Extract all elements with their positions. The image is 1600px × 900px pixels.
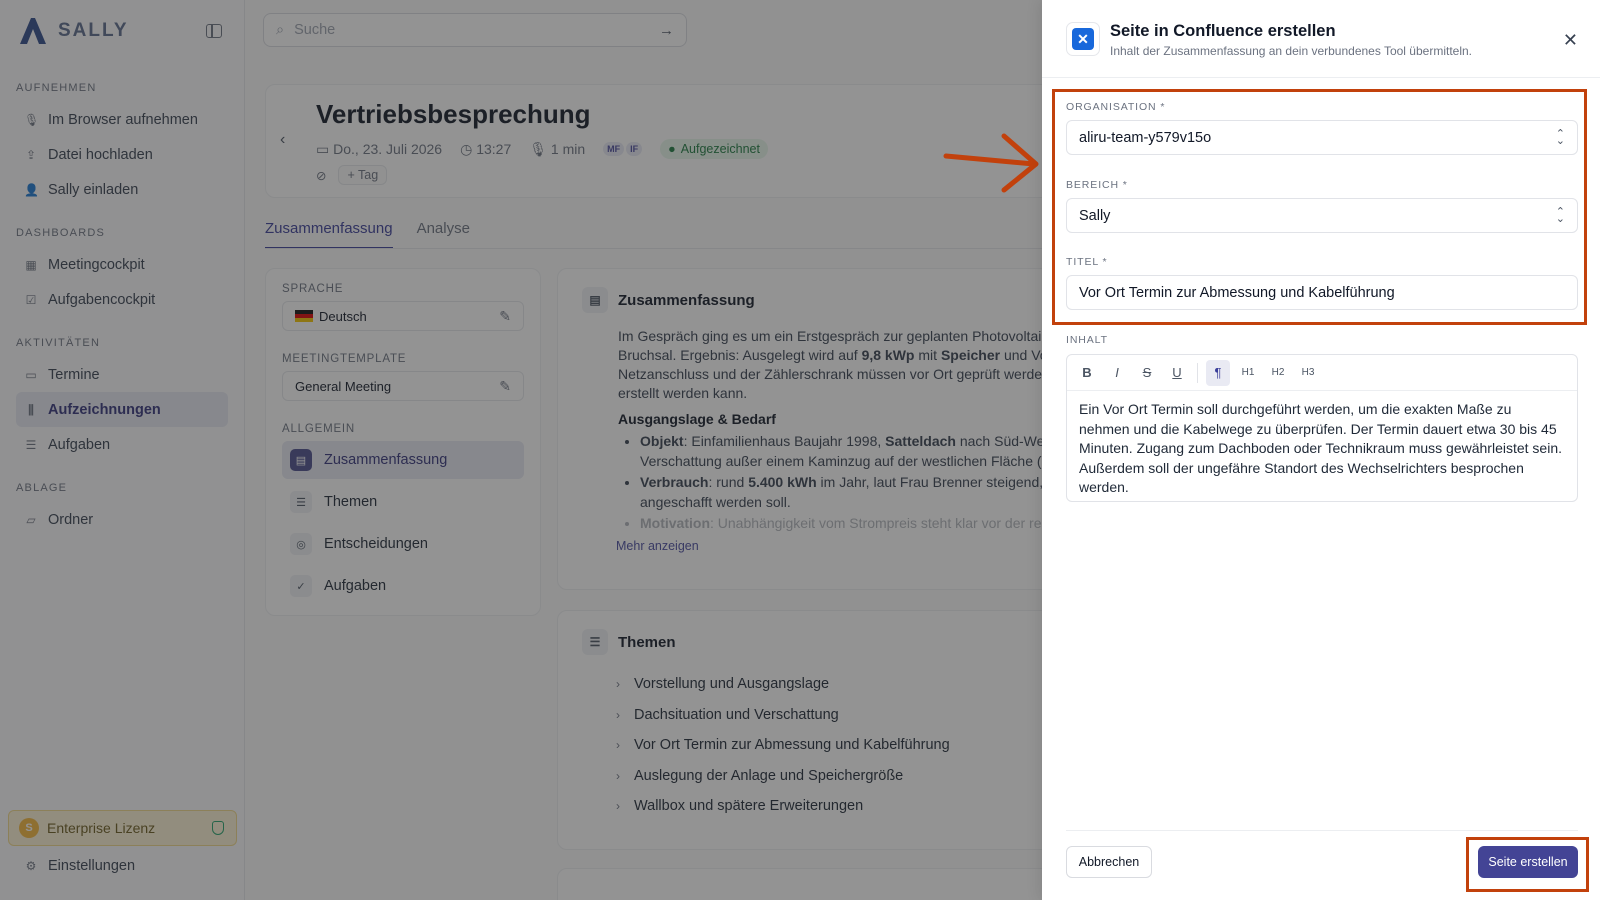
confluence-dialog: ✕ Seite in Confluence erstellen Inhalt d…: [1042, 0, 1600, 900]
titel-value: Vor Ort Termin zur Abmessung und Kabelfü…: [1079, 284, 1395, 301]
toolbar-divider: [1197, 362, 1198, 383]
cancel-button[interactable]: Abbrechen: [1066, 846, 1152, 878]
bereich-label: Bereich *: [1066, 179, 1128, 191]
strikethrough-button[interactable]: S: [1135, 360, 1159, 386]
titel-label: Titel *: [1066, 256, 1108, 268]
editor-toolbar: B I S U ¶ H1 H2 H3: [1067, 355, 1577, 391]
bold-button[interactable]: B: [1075, 360, 1099, 386]
footer-divider: [1066, 830, 1578, 831]
heading3-button[interactable]: H3: [1296, 360, 1320, 386]
close-icon[interactable]: ✕: [1563, 30, 1578, 51]
chevron-updown-icon: ⌃ ⌄: [1555, 205, 1565, 225]
organisation-label: Organisation *: [1066, 101, 1166, 113]
italic-button[interactable]: I: [1105, 360, 1129, 386]
organisation-select[interactable]: aliru-team-y579v15o ⌃ ⌄: [1066, 120, 1578, 155]
annotation-arrow: [943, 153, 1037, 167]
bereich-value: Sally: [1079, 207, 1111, 224]
chevron-updown-icon: ⌃ ⌄: [1555, 127, 1565, 147]
heading1-button[interactable]: H1: [1236, 360, 1260, 386]
content-editor[interactable]: B I S U ¶ H1 H2 H3 Ein Vor Ort Termin so…: [1066, 354, 1578, 502]
dialog-title: Seite in Confluence erstellen: [1110, 22, 1336, 40]
inhalt-label: Inhalt: [1066, 334, 1108, 346]
bereich-select[interactable]: Sally ⌃ ⌄: [1066, 198, 1578, 233]
underline-button[interactable]: U: [1165, 360, 1189, 386]
dialog-header: ✕ Seite in Confluence erstellen Inhalt d…: [1066, 22, 1472, 58]
dialog-subtitle: Inhalt der Zusammenfassung an dein verbu…: [1110, 44, 1472, 58]
heading2-button[interactable]: H2: [1266, 360, 1290, 386]
create-page-button[interactable]: Seite erstellen: [1478, 846, 1578, 878]
header-divider: [1042, 77, 1600, 78]
editor-content[interactable]: Ein Vor Ort Termin soll durchgeführt wer…: [1067, 391, 1577, 507]
paragraph-button[interactable]: ¶: [1206, 359, 1230, 386]
titel-input[interactable]: Vor Ort Termin zur Abmessung und Kabelfü…: [1066, 275, 1578, 310]
confluence-logo-icon: ✕: [1066, 22, 1100, 56]
organisation-value: aliru-team-y579v15o: [1079, 129, 1212, 146]
